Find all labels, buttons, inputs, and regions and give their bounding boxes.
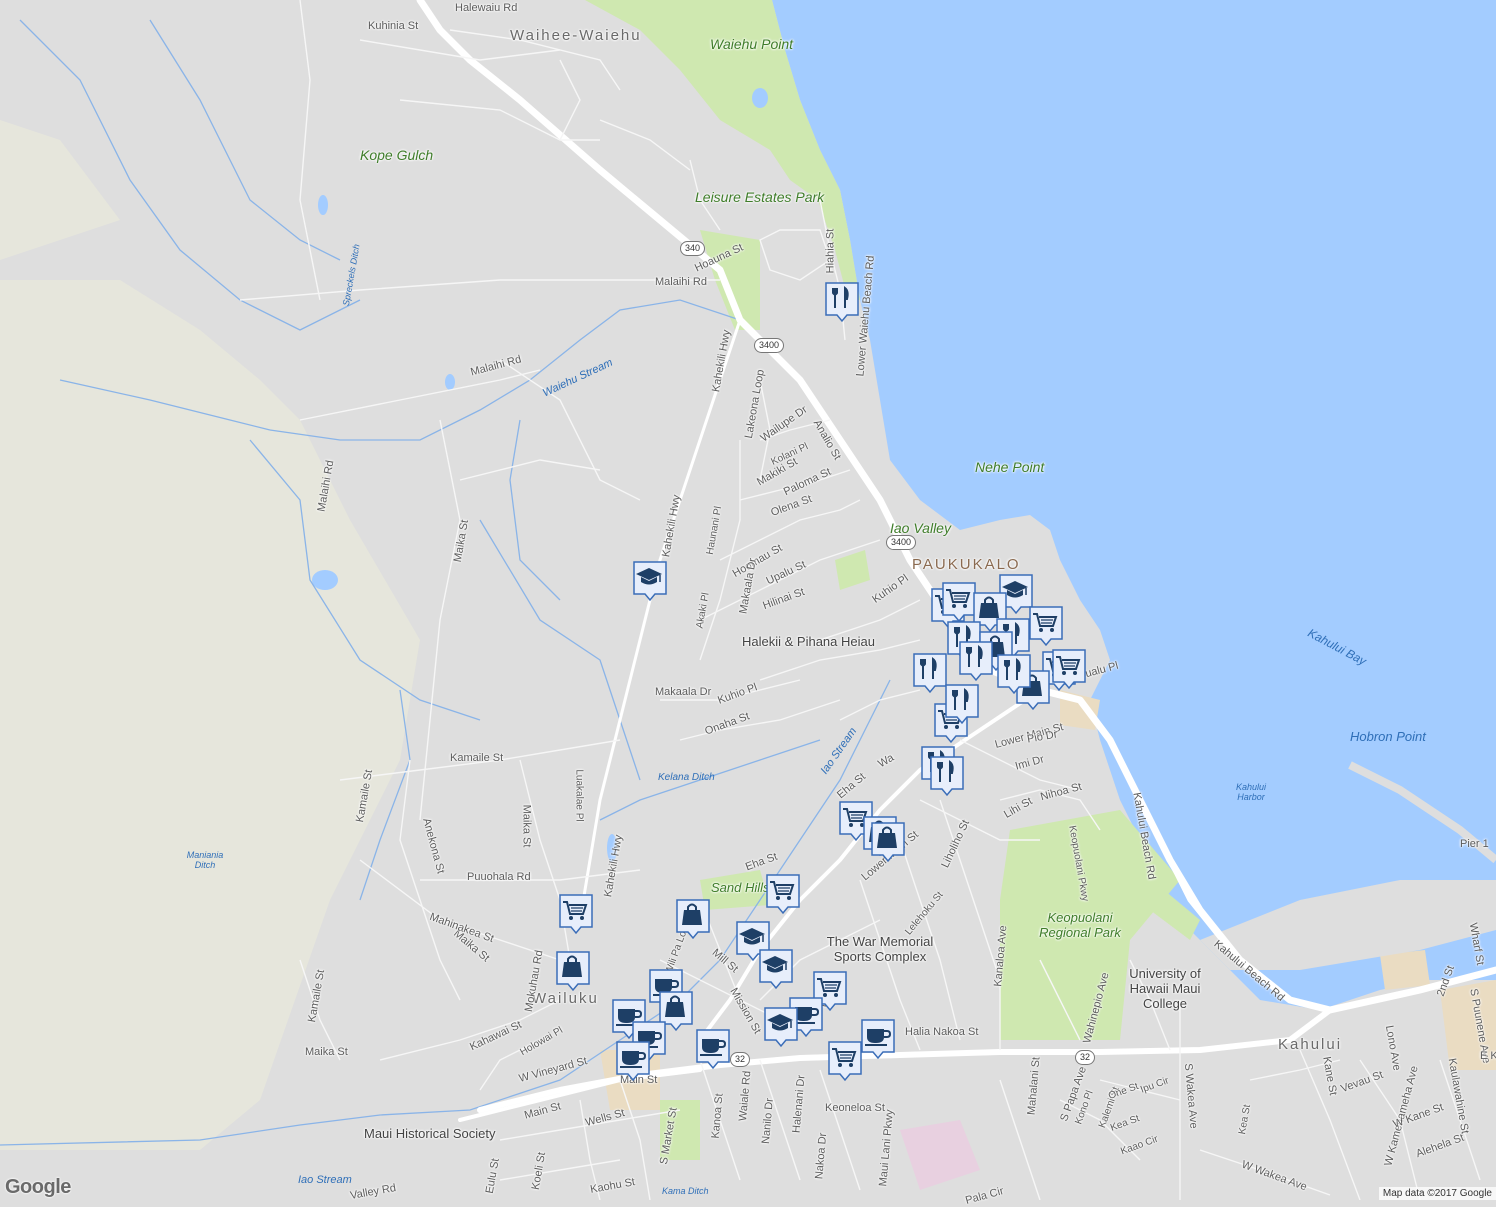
poi-marker-school[interactable] <box>758 948 793 990</box>
poi-marker-cafe[interactable] <box>695 1028 730 1070</box>
route-shield: 3400 <box>754 338 785 353</box>
poi-marker-school[interactable] <box>632 560 667 602</box>
ditch-label: Maniania Ditch <box>186 850 224 870</box>
park-label: Kope Gulch <box>360 147 434 163</box>
water-label: Hobron Point <box>1350 729 1426 744</box>
water-label: Kahului Harbor <box>1236 782 1267 802</box>
pier-label: Pier 1 <box>1460 838 1489 850</box>
street-label: Luakalae Pl <box>573 769 585 822</box>
google-logo[interactable]: Google <box>5 1176 71 1199</box>
poi-marker-school[interactable] <box>763 1006 798 1048</box>
ditch-label: Kama Ditch <box>662 1186 709 1196</box>
poi-marker-cafe[interactable] <box>860 1018 895 1060</box>
district-label: PAUKUKALO <box>912 556 1021 573</box>
street-label: Halia Nakoa St <box>905 1026 979 1038</box>
place-label: Kahului <box>1278 1036 1343 1053</box>
place-label: Waihee-Waiehu <box>510 27 642 44</box>
poi-marker-shopping[interactable] <box>675 898 710 940</box>
poi-marker-restaurant[interactable] <box>824 281 859 323</box>
park-label: Iao Valley <box>890 520 951 536</box>
route-shield: 340 <box>680 241 706 256</box>
poi-marker-grocery[interactable] <box>765 873 800 915</box>
route-shield: 32 <box>730 1052 751 1067</box>
poi-marker-shopping[interactable] <box>555 950 590 992</box>
pond <box>318 195 328 215</box>
street-label: Kamaile St <box>450 752 504 764</box>
poi-marker-grocery[interactable] <box>1028 605 1063 647</box>
pond <box>752 88 768 108</box>
pond <box>312 570 338 590</box>
poi-marker-grocery[interactable] <box>827 1040 862 1082</box>
street-label: Halewaiu Rd <box>455 2 518 14</box>
pond <box>445 374 455 390</box>
poi-marker-shopping[interactable] <box>870 821 905 863</box>
street-label: Makaala Dr <box>655 686 712 698</box>
route-shield: 32 <box>1075 1050 1096 1065</box>
street-label: Kuhinia St <box>368 20 419 32</box>
map-attribution[interactable]: Map data ©2017 Google <box>1378 1187 1496 1200</box>
park-label: Keopuolani Regional Park <box>1039 910 1121 940</box>
poi-marker-restaurant[interactable] <box>996 653 1031 695</box>
poi-marker-restaurant[interactable] <box>912 652 947 694</box>
street-label: Hiahia St <box>824 228 837 274</box>
poi-label: The War Memorial Sports Complex <box>826 934 934 964</box>
poi-marker-shopping[interactable] <box>658 990 693 1032</box>
street-label: Maika St <box>305 1046 348 1058</box>
street-label: Puuohala Rd <box>467 871 531 883</box>
poi-label: University of Hawaii Maui College <box>1129 966 1201 1011</box>
park-label: Leisure Estates Park <box>695 189 825 205</box>
stream-label: Iao Stream <box>298 1174 352 1186</box>
poi-marker-grocery[interactable] <box>941 581 976 623</box>
place-label: Wailuku <box>532 990 599 1007</box>
park-label: Nehe Point <box>975 459 1045 475</box>
ditch-label: Kelana Ditch <box>658 772 715 783</box>
street-label: Keoneloa St <box>825 1102 885 1114</box>
poi-marker-restaurant[interactable] <box>958 640 993 682</box>
street-label: Malaihi Rd <box>655 276 707 288</box>
poi-marker-restaurant[interactable] <box>929 755 964 797</box>
commercial-harbor <box>1380 950 1430 990</box>
poi-label: Halekii & Pihana Heiau <box>742 634 875 649</box>
park-label: Waiehu Point <box>710 36 794 52</box>
poi-marker-restaurant[interactable] <box>944 683 979 725</box>
street-label: E K <box>1480 1050 1496 1062</box>
park-label: Sand Hills <box>711 880 770 895</box>
route-shield: 3400 <box>886 535 917 550</box>
poi-label: Maui Historical Society <box>364 1126 496 1141</box>
street-label: Maika St <box>520 804 533 848</box>
poi-marker-cafe[interactable] <box>615 1040 650 1082</box>
poi-marker-grocery[interactable] <box>1051 648 1086 690</box>
poi-marker-grocery[interactable] <box>558 893 593 935</box>
